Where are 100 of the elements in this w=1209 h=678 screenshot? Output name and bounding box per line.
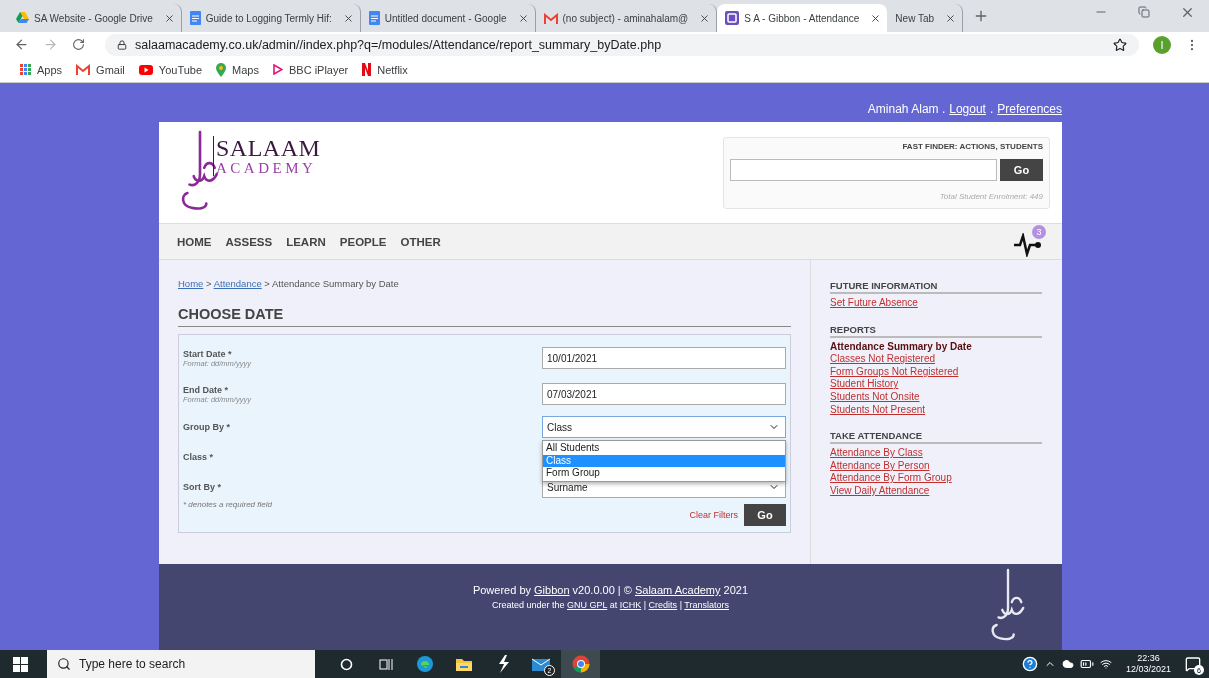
- date-field[interactable]: 10/01/2021: [542, 347, 786, 369]
- chrome-icon: [571, 655, 590, 673]
- sidebar-link[interactable]: Attendance By Class: [830, 447, 1042, 460]
- date-field[interactable]: 07/03/2021: [542, 383, 786, 405]
- sidebar-link[interactable]: View Daily Attendance: [830, 484, 1042, 498]
- sidebar-link[interactable]: Attendance By Form Group: [830, 472, 1042, 485]
- bookmark-link[interactable]: Apps: [20, 63, 63, 76]
- footer-link[interactable]: Gibbon: [534, 584, 570, 596]
- battery-icon[interactable]: [1079, 657, 1094, 671]
- clear-filters-link[interactable]: Clear Filters: [689, 510, 738, 520]
- bookmark-link[interactable]: YouTube: [138, 63, 203, 76]
- go-button[interactable]: Go: [744, 504, 786, 526]
- bookmark-star-icon[interactable]: [1113, 37, 1127, 52]
- user-link[interactable]: Preferences: [997, 102, 1062, 116]
- bookmark-link[interactable]: Maps: [216, 62, 259, 77]
- user-link[interactable]: Logout: [949, 102, 986, 116]
- sidebar-link[interactable]: Set Future Absence: [830, 297, 1042, 310]
- finder-go-button[interactable]: Go: [1000, 159, 1043, 181]
- close-icon[interactable]: [699, 12, 711, 24]
- notification-count: 3: [1032, 224, 1046, 239]
- close-icon[interactable]: [517, 12, 529, 24]
- sidebar-heading: FUTURE INFORMATION: [830, 280, 1042, 294]
- task-view-icon: [378, 657, 393, 671]
- select-field[interactable]: Class: [542, 416, 786, 438]
- sidebar-link[interactable]: Students Not Onsite: [830, 390, 1042, 404]
- drive-icon: [16, 12, 29, 24]
- sidebar-link[interactable]: Classes Not Registered: [830, 353, 1042, 366]
- required-note: * denotes a required field: [183, 500, 272, 509]
- apps-grid-icon: [20, 64, 31, 75]
- document-icon: [368, 11, 380, 25]
- document-icon: [189, 11, 201, 25]
- footer-link[interactable]: Translators: [684, 600, 729, 610]
- breadcrumb-link[interactable]: Home: [178, 278, 204, 289]
- section-heading: CHOOSE DATE: [178, 306, 791, 327]
- restore-icon[interactable]: [1138, 6, 1150, 18]
- footer-link[interactable]: Salaam Academy: [634, 584, 721, 596]
- nav-item[interactable]: LEARN: [286, 235, 326, 248]
- field-label: Class *: [183, 452, 214, 462]
- enrolment-total: Total Student Enrolment: 449: [939, 192, 1043, 201]
- nav-item[interactable]: HOME: [177, 235, 212, 248]
- nav-item[interactable]: OTHER: [400, 235, 441, 248]
- close-icon[interactable]: [945, 12, 957, 24]
- sidebar-link[interactable]: Student History: [830, 378, 1042, 391]
- footer-link[interactable]: Credits: [648, 600, 678, 610]
- netflix-n-icon: [362, 63, 372, 76]
- message-icon[interactable]: [1185, 656, 1201, 672]
- footer-text: Powered by Gibbon v20.0.00 | © Salaam Academy 2021: [472, 584, 749, 596]
- field-label: Sort By *: [183, 482, 221, 492]
- windows-start-icon[interactable]: [12, 656, 28, 672]
- finder-title: FAST FINDER: ACTIONS, STUDENTS: [902, 142, 1043, 151]
- mail-icon: [76, 64, 91, 75]
- address-bar[interactable]: salaamacademy.co.uk/admin//index.php?q=/modules/Attendance/report_summary_byDate.php: [105, 33, 1139, 56]
- dropdown-option[interactable]: All Students: [543, 442, 785, 455]
- search-icon: [57, 657, 71, 671]
- logo-icon: [725, 11, 740, 25]
- footer-link[interactable]: GNU GPL: [567, 600, 608, 610]
- browser-tab[interactable]: S A - Gibbon - Attendance: [717, 4, 888, 32]
- sidebar-heading: TAKE ATTENDANCE: [830, 430, 1042, 445]
- lightning-icon: [496, 655, 509, 673]
- close-icon[interactable]: [870, 12, 882, 24]
- wifi-icon[interactable]: [1099, 658, 1112, 670]
- play-icon: [272, 64, 283, 75]
- circle-icon: [340, 657, 353, 671]
- reload-icon[interactable]: [72, 38, 85, 51]
- logo-title: SALAAM: [216, 136, 321, 160]
- taskbar-clock[interactable]: 22:36 12/03/2021: [1125, 653, 1171, 675]
- dropdown-option[interactable]: Form Group: [543, 467, 785, 480]
- separator-dot: .: [989, 102, 994, 116]
- sidebar-link[interactable]: Form Groups Not Registered: [830, 365, 1042, 379]
- bookmark-link[interactable]: Netflix: [362, 63, 408, 76]
- bookmark-link[interactable]: Gmail: [76, 63, 125, 76]
- bookmark-link[interactable]: BBC iPlayer: [272, 63, 349, 76]
- sidebar-link[interactable]: Students Not Present: [830, 403, 1042, 417]
- taskbar-search-field[interactable]: Type here to search: [47, 650, 315, 678]
- finder-input[interactable]: [730, 159, 997, 181]
- logo-subtitle: ACADEMY: [216, 160, 318, 176]
- sidebar-link[interactable]: Attendance By Person: [830, 459, 1042, 473]
- map-pin-icon: [216, 62, 227, 77]
- folder-icon: [454, 656, 473, 672]
- field-label: Start Date *: [183, 348, 233, 359]
- cloud-icon[interactable]: [1061, 658, 1074, 670]
- edge-icon: [415, 655, 434, 673]
- sidebar-heading: REPORTS: [830, 323, 1042, 338]
- field-label: Group By *: [183, 422, 230, 432]
- nav-item[interactable]: PEOPLE: [339, 235, 387, 248]
- close-icon[interactable]: [163, 12, 175, 24]
- field-label: End Date *: [183, 384, 229, 395]
- user-name: Aminah Alam .: [867, 102, 946, 116]
- breadcrumb-link[interactable]: Attendance: [213, 278, 262, 289]
- nav-item[interactable]: ASSESS: [225, 235, 273, 248]
- breadcrumb: Home > Attendance > Attendance Summary by Date: [178, 278, 400, 289]
- footer-text: Created under the GNU GPL at ICHK | Credits | Translators: [492, 600, 729, 610]
- close-icon[interactable]: [342, 12, 354, 24]
- lock-icon: [117, 39, 127, 50]
- mail-icon: [531, 656, 552, 672]
- sidebar-link[interactable]: Attendance Summary by Date: [830, 340, 1042, 354]
- mail-icon: [543, 12, 558, 24]
- help-icon[interactable]: [1021, 656, 1038, 672]
- footer-link[interactable]: ICHK: [619, 600, 642, 610]
- play-icon: [138, 64, 153, 75]
